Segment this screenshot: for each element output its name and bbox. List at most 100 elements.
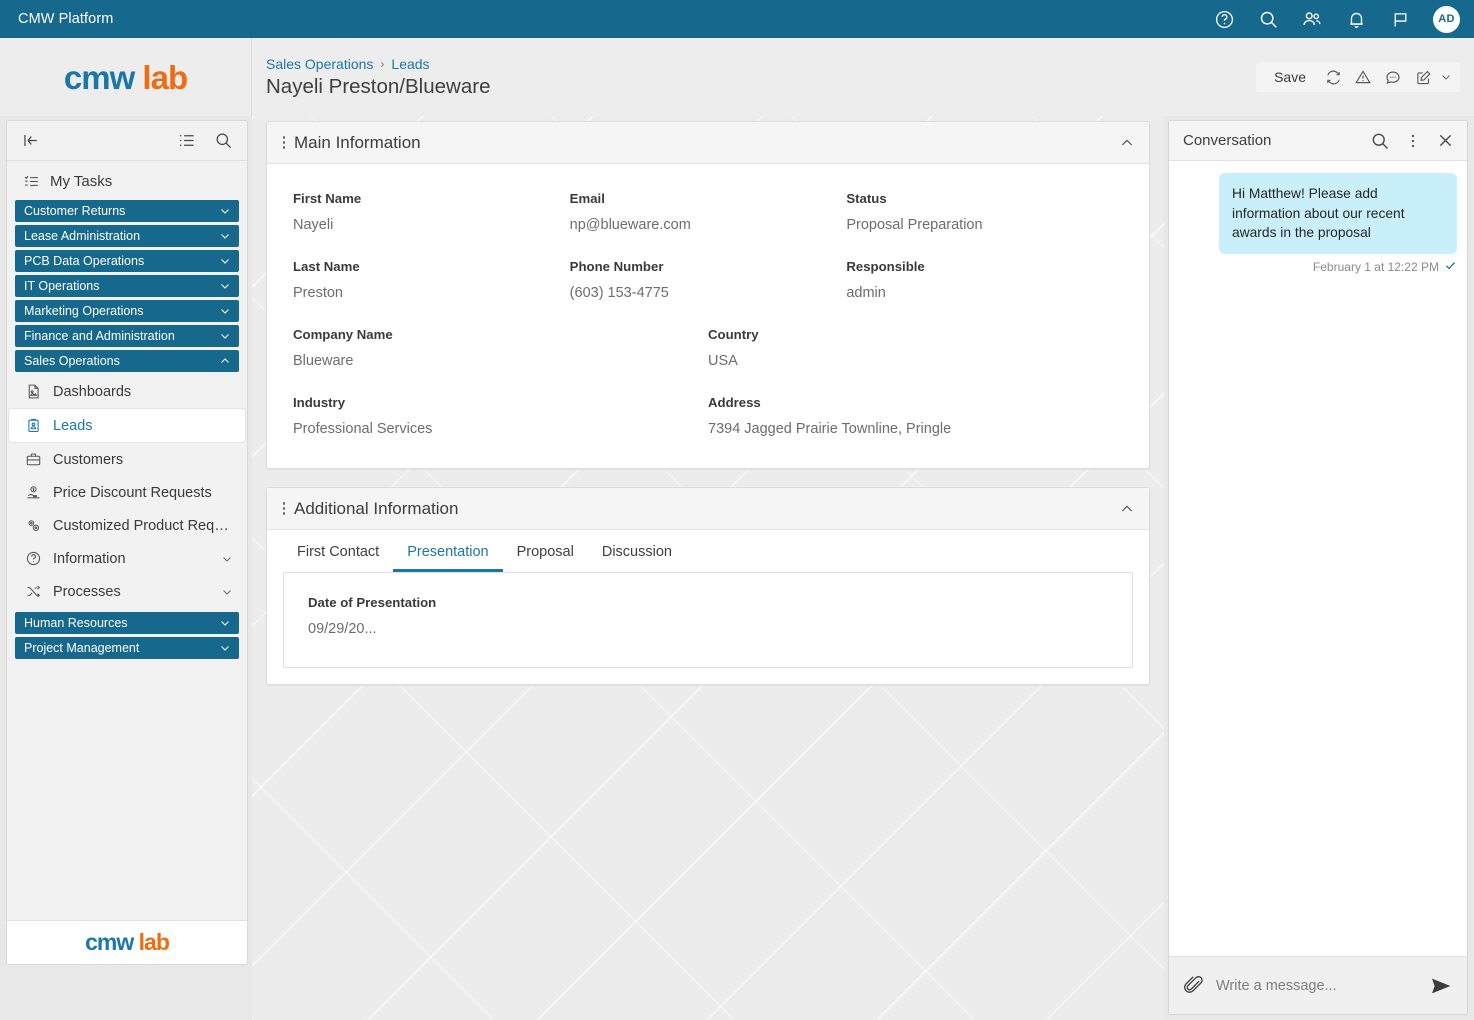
- tab-proposal[interactable]: Proposal: [503, 536, 588, 572]
- field-value[interactable]: Preston: [293, 285, 562, 301]
- chevron-down-icon: [221, 334, 229, 339]
- field-label: Industry: [293, 395, 346, 410]
- close-icon[interactable]: [1436, 131, 1455, 150]
- sidebar-group-finance-and-administration[interactable]: Finance and Administration: [15, 325, 239, 347]
- breadcrumb-item-leads[interactable]: Leads: [391, 56, 429, 72]
- field-label: Date of Presentation: [308, 595, 437, 610]
- sidebar-group-marketing-operations[interactable]: Marketing Operations: [15, 300, 239, 322]
- flag-icon[interactable]: [1389, 8, 1411, 30]
- card-header: Main Information: [267, 122, 1149, 164]
- logo-text-lab: lab: [142, 58, 188, 96]
- field-value[interactable]: 7394 Jagged Prairie Townline, Pringle: [708, 421, 1115, 437]
- sidebar-group-pcb-data-operations[interactable]: PCB Data Operations: [15, 250, 239, 272]
- sidebar-item-my-tasks[interactable]: My Tasks: [7, 167, 247, 200]
- collapse-panel-icon[interactable]: [21, 131, 40, 150]
- field-value[interactable]: admin: [846, 285, 1115, 301]
- avatar[interactable]: AD: [1433, 5, 1460, 33]
- breadcrumb: Sales Operations › Leads Nayeli Preston/…: [252, 56, 1256, 99]
- conversation-header: Conversation: [1169, 121, 1467, 161]
- message-input[interactable]: [1216, 977, 1417, 994]
- page-title: Nayeli Preston/Blueware: [266, 74, 491, 98]
- tab-discussion[interactable]: Discussion: [588, 536, 686, 572]
- brand-logo[interactable]: cmw lab: [0, 38, 252, 116]
- search-icon[interactable]: [1370, 131, 1390, 151]
- chevron-down-icon[interactable]: [1438, 71, 1454, 83]
- card-body: First Name Nayeli Email np@blueware.com …: [267, 164, 1149, 468]
- app-root: CMW Platform AD cmw lab Sales Operations…: [0, 0, 1474, 1020]
- field-value[interactable]: (603) 153-4775: [570, 285, 839, 301]
- field-label: Address: [708, 395, 761, 410]
- field-row: Industry Professional Services Address 7…: [293, 386, 1123, 446]
- sidebar-item-label: Information: [53, 550, 126, 567]
- refresh-icon[interactable]: [1318, 62, 1348, 92]
- sidebar-item-price-discount-requests[interactable]: Price Discount Requests: [9, 476, 245, 509]
- chevron-down-icon: [221, 209, 229, 214]
- sidebar-item-dashboards[interactable]: Dashboards: [9, 375, 245, 408]
- sidebar-item-label: Processes: [53, 583, 121, 600]
- processes-icon: [27, 585, 41, 598]
- message-timestamp: February 1 at 12:22 PM: [1312, 259, 1439, 274]
- bell-icon[interactable]: [1345, 8, 1367, 30]
- conversation-messages: Hi Matthew! Please add information about…: [1169, 161, 1467, 956]
- search-icon[interactable]: [214, 131, 233, 150]
- card-main-information: Main Information First Name Nayeli Email…: [266, 121, 1150, 469]
- field-value[interactable]: USA: [708, 353, 1115, 369]
- sidebar-group-it-operations[interactable]: IT Operations: [15, 275, 239, 297]
- field-value[interactable]: Proposal Preparation: [846, 217, 1115, 233]
- collapse-toggle-button[interactable]: [1119, 135, 1135, 151]
- sidebar-item-leads[interactable]: Leads: [9, 409, 245, 442]
- sidebar-item-label: Customers: [53, 451, 124, 468]
- help-icon[interactable]: [1213, 8, 1235, 30]
- sidebar-item-customers[interactable]: Customers: [9, 443, 245, 476]
- field-label: First Name: [293, 191, 362, 206]
- sidebar-group-project-management[interactable]: Project Management: [15, 637, 239, 659]
- tab-first-contact[interactable]: First Contact: [283, 536, 393, 572]
- header-actions-toolbar: Save: [1256, 62, 1460, 92]
- breadcrumb-separator-icon: ›: [380, 56, 385, 71]
- logo-text-cmw: cmw: [63, 58, 135, 96]
- sidebar-group-human-resources[interactable]: Human Resources: [15, 612, 239, 634]
- sidebar-item-information[interactable]: Information: [9, 542, 245, 575]
- edit-icon[interactable]: [1408, 62, 1438, 92]
- field-value[interactable]: Nayeli: [293, 217, 562, 233]
- tab-presentation[interactable]: Presentation: [393, 536, 503, 572]
- save-button[interactable]: Save: [1262, 62, 1318, 92]
- collapse-toggle-button[interactable]: [1119, 501, 1135, 517]
- field-value[interactable]: np@blueware.com: [570, 217, 839, 233]
- kebab-icon[interactable]: [276, 502, 292, 515]
- chevron-up-icon: [1121, 138, 1133, 145]
- sidebar-group-sales-operations[interactable]: Sales Operations: [15, 350, 239, 372]
- sidebar-item-customized-product-requests[interactable]: Customized Product Reque…: [9, 509, 245, 542]
- search-icon[interactable]: [1257, 8, 1279, 30]
- list-icon[interactable]: [177, 131, 196, 150]
- comment-icon[interactable]: [1378, 62, 1408, 92]
- field-row: Last Name Preston Phone Number (603) 153…: [293, 250, 1123, 310]
- warning-icon[interactable]: [1348, 62, 1378, 92]
- kebab-icon[interactable]: [276, 136, 292, 149]
- platform-title: CMW Platform: [18, 11, 114, 27]
- field-value[interactable]: Professional Services: [293, 421, 700, 437]
- field-label: Country: [708, 327, 759, 342]
- people-icon[interactable]: [1301, 8, 1323, 30]
- sidebar-group-customer-returns[interactable]: Customer Returns: [15, 200, 239, 222]
- sidebar: My Tasks Customer Returns Lease Administ…: [6, 120, 248, 965]
- message-composer: [1169, 956, 1467, 1014]
- message-meta: February 1 at 12:22 PM: [1313, 259, 1457, 275]
- paperclip-icon[interactable]: [1183, 975, 1204, 996]
- send-icon[interactable]: [1429, 974, 1453, 998]
- sidebar-group-label: Human Resources: [24, 616, 128, 630]
- sidebar-item-processes[interactable]: Processes: [9, 575, 245, 608]
- kebab-icon[interactable]: [1404, 132, 1422, 150]
- breadcrumb-item-sales-operations[interactable]: Sales Operations: [266, 56, 373, 72]
- sidebar-item-label: Leads: [53, 417, 93, 434]
- chevron-down-icon: [223, 589, 231, 595]
- field-phone-number: Phone Number (603) 153-4775: [570, 250, 847, 310]
- footer-logo-text-lab: lab: [138, 929, 170, 955]
- sidebar-group-label: Sales Operations: [24, 354, 120, 368]
- chevron-down-icon: [221, 259, 229, 264]
- sidebar-group-lease-administration[interactable]: Lease Administration: [15, 225, 239, 247]
- field-value-date-of-presentation[interactable]: 09/29/20...: [308, 621, 1108, 637]
- message-item: Hi Matthew! Please add information about…: [1179, 173, 1457, 275]
- field-label: Email: [569, 191, 605, 206]
- field-value[interactable]: Blueware: [293, 353, 700, 369]
